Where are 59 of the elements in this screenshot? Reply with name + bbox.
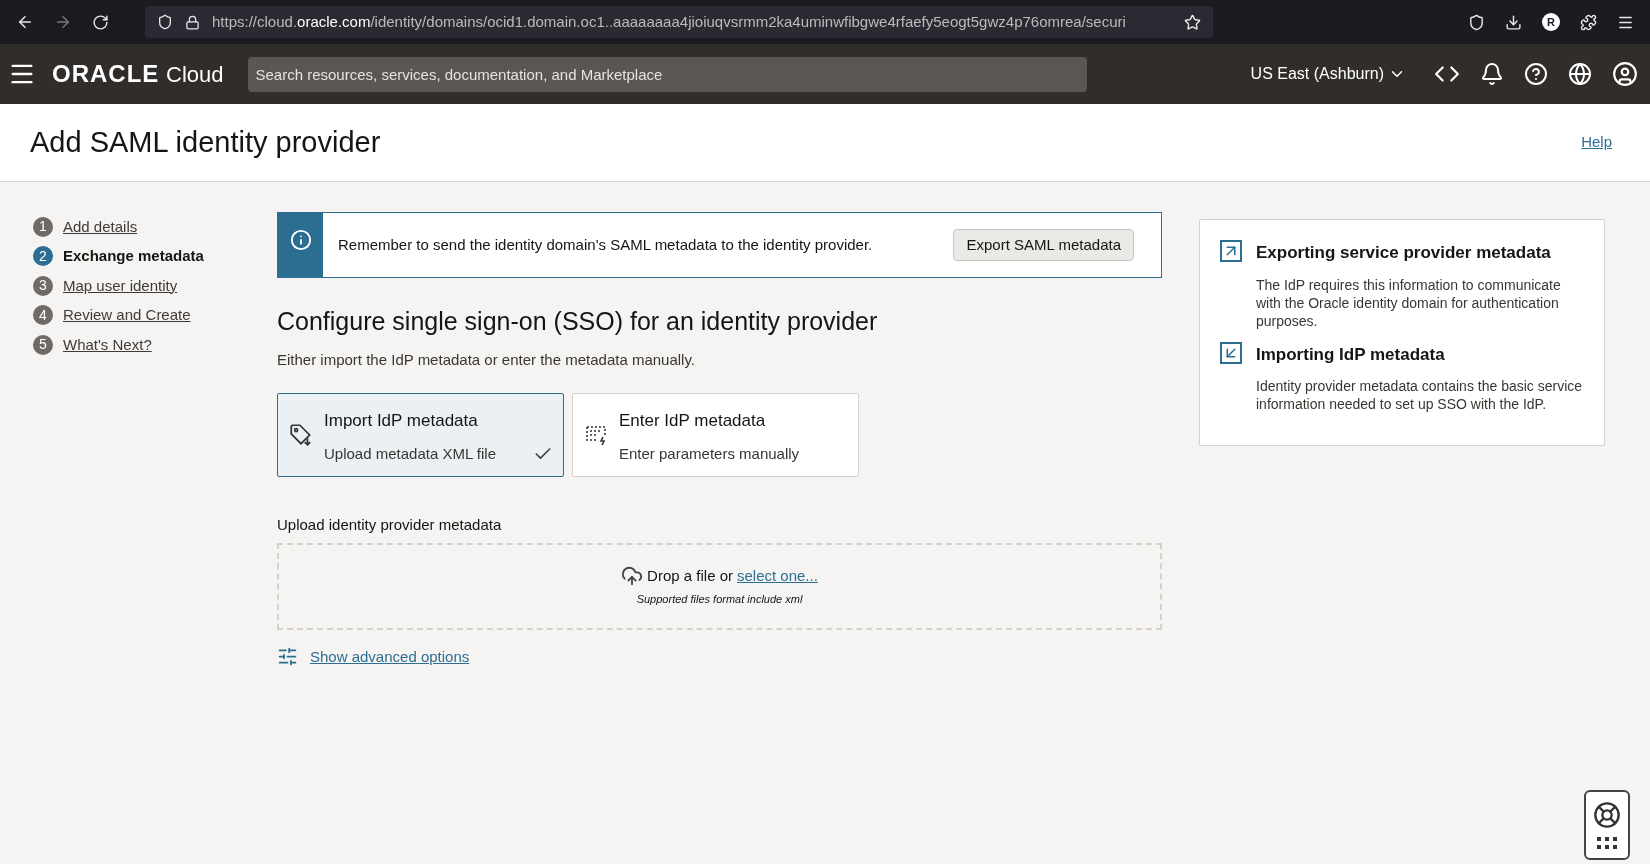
lock-icon: [185, 14, 200, 30]
step-link[interactable]: What's Next?: [63, 333, 152, 356]
help-link[interactable]: Help: [1581, 131, 1612, 154]
advanced-options-link[interactable]: Show advanced options: [310, 645, 470, 668]
lifebuoy-icon: [1593, 801, 1621, 829]
grid-dots-icon: [1597, 837, 1617, 849]
back-icon[interactable]: [16, 13, 34, 31]
info-icon: [289, 229, 312, 251]
step-number: 5: [33, 334, 53, 355]
shield-icon: [157, 14, 173, 30]
help-icon[interactable]: [1524, 62, 1548, 86]
info-body: Identity provider metadata contains the basic service information needed to set up SSO with the IdP.: [1256, 377, 1584, 413]
oracle-logo[interactable]: ORACLE Cloud: [52, 56, 224, 92]
forward-icon[interactable]: [54, 13, 72, 31]
export-saml-button[interactable]: Export SAML metadata: [953, 229, 1134, 261]
download-icon[interactable]: [1505, 13, 1522, 31]
section-heading: Configure single sign-on (SSO) for an identity provider: [277, 306, 879, 337]
extensions-icon[interactable]: [1580, 13, 1597, 31]
step-number: 2: [33, 246, 53, 267]
user-icon[interactable]: [1612, 61, 1638, 87]
step-number: 3: [33, 275, 53, 296]
info-title: Importing IdP metadata: [1256, 343, 1446, 366]
step-link[interactable]: Map user identity: [63, 274, 178, 297]
option-subtitle: Upload metadata XML file: [324, 443, 497, 464]
sliders-icon: [277, 646, 298, 668]
arrow-down-left-icon: [1220, 341, 1242, 364]
option-card[interactable]: Import IdP metadata Upload metadata XML file: [277, 393, 564, 477]
section-subheading: Either import the IdP metadata or enter the metadata manually.: [277, 349, 696, 370]
banner-message: Remember to send the identity domain's SAML metadata to the identity provider.: [338, 234, 874, 255]
step-link[interactable]: Review and Create: [63, 304, 191, 327]
search-field[interactable]: Search resources, services, documentation, and Marketplace: [247, 56, 1087, 92]
tag-download-icon: [288, 422, 314, 448]
file-drop-zone[interactable]: Drop a file or select one... Supported files format include xml: [277, 542, 1162, 630]
url-text: https://cloud.oracle.com/identity/domains/ocid1.domain.oc1..aaaaaaaa4jioiuqvsrmm2ka4uminwfibgwe4rfaefy5eogt5gwz4p76omrea/securi: [212, 11, 1127, 32]
option-title: Import IdP metadata: [324, 410, 479, 432]
bell-icon[interactable]: [1480, 62, 1504, 86]
region-selector[interactable]: US East (Ashburn): [1250, 62, 1406, 86]
upload-label: Upload identity provider metadata: [277, 515, 503, 535]
select-file-link[interactable]: select one...: [737, 565, 818, 588]
arrow-up-right-icon: [1220, 240, 1242, 262]
profile-avatar[interactable]: R: [1542, 13, 1560, 31]
option-subtitle: Enter parameters manually: [619, 443, 800, 464]
option-card[interactable]: Enter IdP metadata Enter parameters manually: [572, 393, 859, 477]
step-number: 1: [33, 216, 53, 237]
info-body: The IdP requires this information to communicate with the Oracle identity domain for authentication purposes.: [1256, 275, 1562, 330]
file-format-hint: Supported files format include xml: [636, 591, 803, 607]
step-link[interactable]: Exchange metadata: [63, 245, 204, 268]
step-number: 4: [33, 305, 53, 326]
address-bar[interactable]: https://cloud.oracle.com/identity/domains/ocid1.domain.oc1..aaaaaaaa4jioiuqvsrmm2ka4uminwfibgwe4rfaefy5eogt5gwz4p76omrea/securi: [145, 6, 1213, 38]
info-title: Exporting service provider metadata: [1256, 242, 1552, 264]
support-widget[interactable]: [1584, 790, 1630, 860]
option-title: Enter IdP metadata: [619, 410, 767, 432]
bookmark-star-icon[interactable]: [1184, 13, 1201, 31]
drop-text: Drop a file or: [647, 566, 733, 586]
reload-icon[interactable]: [92, 13, 109, 31]
step-link[interactable]: Add details: [63, 215, 138, 238]
globe-icon[interactable]: [1568, 62, 1592, 86]
page-title: Add SAML identity provider: [30, 124, 382, 160]
cloud-upload-icon: [621, 565, 644, 588]
